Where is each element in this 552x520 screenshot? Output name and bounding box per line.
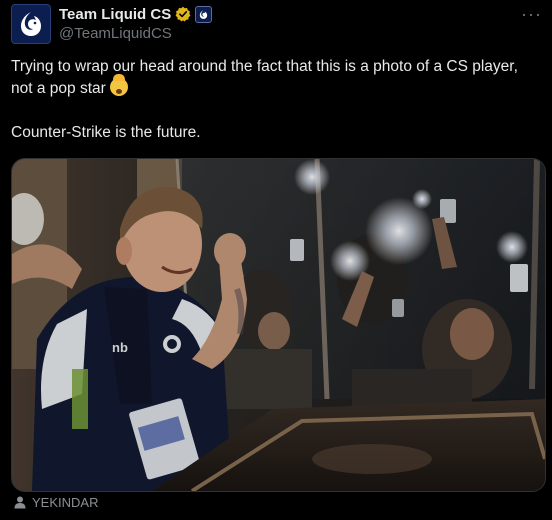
person-icon [14, 496, 26, 509]
tweet-header: Team Liquid CS @TeamLiquidCS [11, 4, 213, 44]
more-options-button[interactable]: ··· [521, 4, 542, 25]
photo-illustration: nb [12, 159, 545, 491]
avatar[interactable] [11, 4, 51, 44]
tweet-photo[interactable]: nb [11, 158, 546, 492]
affiliate-badge-icon[interactable] [195, 5, 213, 23]
tweet-text-line-1: Trying to wrap our head around the fact … [11, 58, 518, 97]
user-handle[interactable]: @TeamLiquidCS [59, 25, 212, 42]
display-name[interactable]: Team Liquid CS [59, 6, 171, 23]
tweet-text: Trying to wrap our head around the fact … [11, 56, 541, 144]
verified-gold-badge-icon[interactable] [175, 6, 191, 22]
exploding-head-emoji-icon [110, 74, 129, 96]
photo-credit: YEKINDAR [14, 495, 98, 510]
liquid-horse-mini-icon [200, 9, 208, 19]
tweet-text-line-2: Counter-Strike is the future. [11, 124, 201, 141]
photo-credit-name[interactable]: YEKINDAR [32, 495, 98, 510]
team-liquid-logo-icon [21, 12, 41, 36]
